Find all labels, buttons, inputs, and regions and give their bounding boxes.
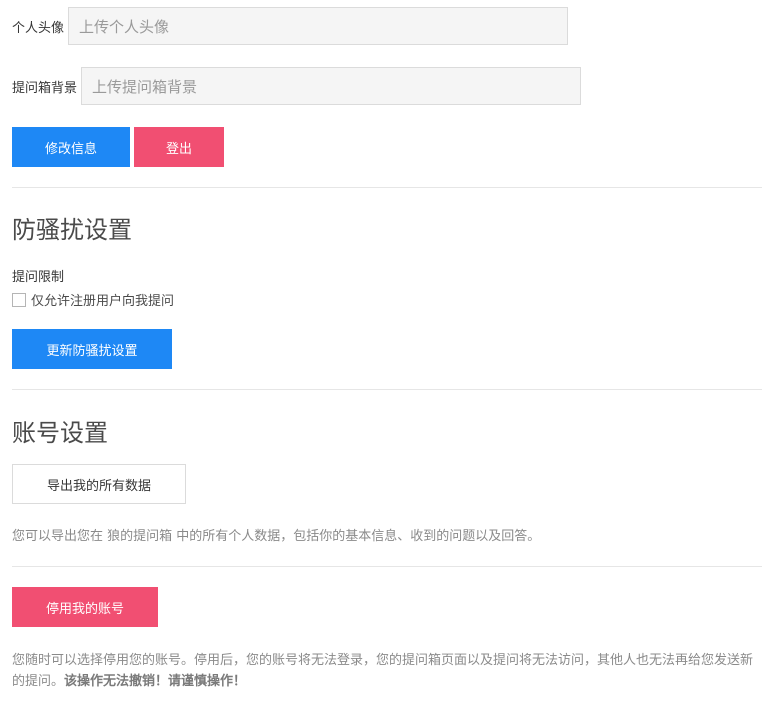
registered-only-label: 仅允许注册用户向我提问 xyxy=(31,294,175,309)
registered-only-option[interactable]: 仅允许注册用户向我提问 xyxy=(12,290,174,309)
logout-button[interactable]: 登出 xyxy=(134,127,224,167)
divider xyxy=(12,187,762,188)
export-data-button[interactable]: 导出我的所有数据 xyxy=(12,464,186,504)
avatar-field: 个人头像 上传个人头像 xyxy=(12,7,569,45)
deactivate-account-button[interactable]: 停用我的账号 xyxy=(12,587,158,627)
deactivate-warning: 该操作无法撤销！请谨慎操作！ xyxy=(64,674,247,689)
update-anti-harass-button[interactable]: 更新防骚扰设置 xyxy=(12,329,172,369)
avatar-label: 个人头像 xyxy=(12,20,65,36)
question-limit-label: 提问限制 xyxy=(12,270,65,285)
background-upload-input[interactable]: 上传提问箱背景 xyxy=(81,67,582,105)
background-field: 提问箱背景 上传提问箱背景 xyxy=(12,67,582,105)
background-label: 提问箱背景 xyxy=(12,80,78,96)
deactivate-help-text: 您随时可以选择停用您的账号。停用后，您的账号将无法登录，您的提问箱页面以及提问将… xyxy=(12,650,762,692)
divider xyxy=(12,389,762,390)
registered-only-checkbox[interactable] xyxy=(12,292,26,307)
divider xyxy=(12,566,762,567)
account-settings-title: 账号设置 xyxy=(12,419,108,447)
edit-info-button[interactable]: 修改信息 xyxy=(12,127,130,167)
export-help-text: 您可以导出您在 狼的提问箱 中的所有个人数据，包括你的基本信息、收到的问题以及回… xyxy=(12,529,541,544)
avatar-upload-input[interactable]: 上传个人头像 xyxy=(68,7,569,45)
anti-harass-title: 防骚扰设置 xyxy=(12,216,132,244)
